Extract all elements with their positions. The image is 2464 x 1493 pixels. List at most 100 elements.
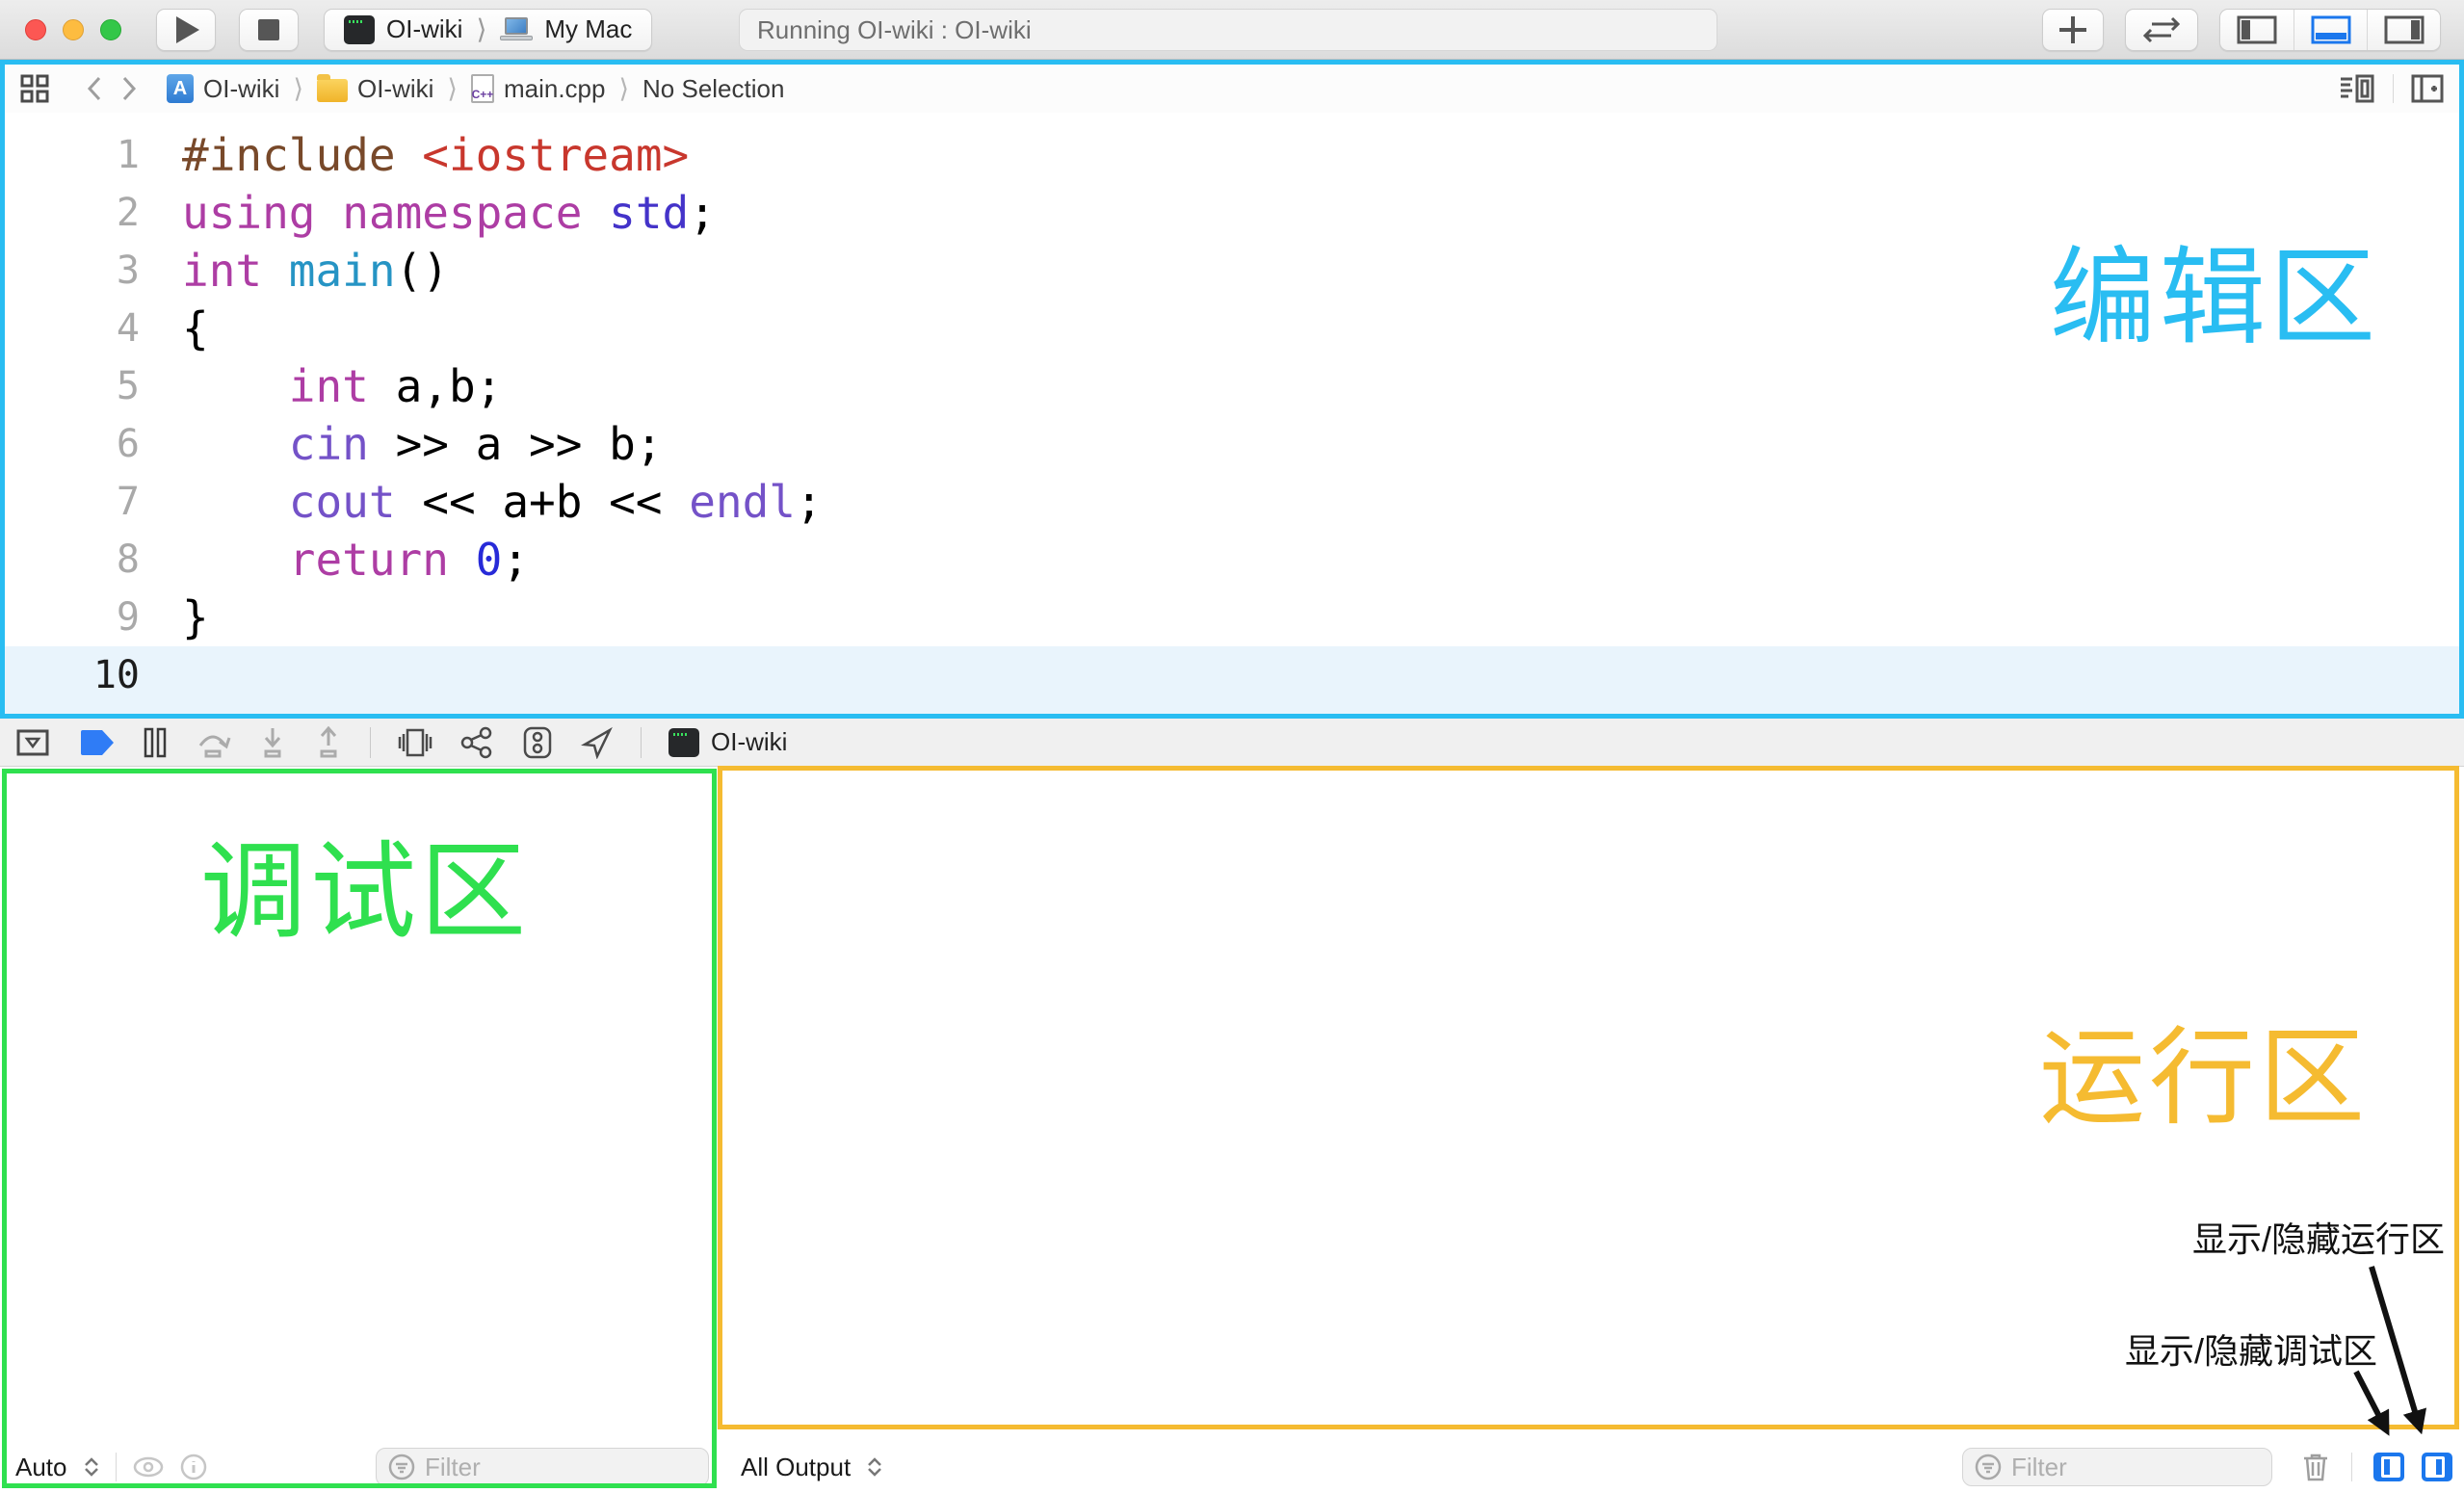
run-button[interactable] [156, 9, 216, 51]
code-line-1[interactable]: 1#include <iostream> [5, 126, 2459, 184]
divider [2393, 74, 2394, 103]
app-target-icon [344, 15, 375, 44]
view-hierarchy-icon[interactable] [398, 726, 433, 759]
simulate-location-icon[interactable] [581, 726, 614, 759]
stop-icon [258, 19, 279, 40]
process-name: OI-wiki [711, 727, 787, 757]
code-text: { [182, 300, 209, 357]
hide-debug-area-icon[interactable] [15, 726, 50, 759]
project-icon: A [167, 74, 194, 103]
code-line-10[interactable]: 10 [5, 646, 2459, 714]
line-number: 5 [5, 357, 140, 415]
library-add-button[interactable] [2042, 9, 2104, 51]
breadcrumb-label: main.cpp [504, 74, 606, 104]
app-process-icon [668, 728, 699, 757]
filter-placeholder: Filter [425, 1453, 481, 1482]
version-editor-button[interactable] [2125, 9, 2198, 51]
source-editor[interactable]: 1#include <iostream>2 using namespace std… [5, 113, 2459, 714]
xcode-window: OI-wiki ⟩ My Mac Running OI-wiki : OI-wi… [0, 0, 2464, 1493]
clear-console-trash-icon[interactable] [2301, 1452, 2330, 1482]
code-line-2[interactable]: 2 using namespace std; [5, 184, 2459, 242]
scope-dropdown[interactable]: Auto [15, 1453, 67, 1482]
traffic-lights [25, 19, 121, 40]
code-line-3[interactable]: 3int main() [5, 242, 2459, 300]
code-text: cout << a+b << endl; [182, 473, 823, 531]
debug-area: Auto [0, 767, 2464, 1493]
line-number: 9 [5, 589, 140, 646]
console-filter-input[interactable]: Filter [1962, 1448, 2272, 1486]
close-button[interactable] [25, 19, 46, 40]
line-number: 10 [5, 646, 140, 714]
panel-left-icon [2237, 15, 2277, 44]
step-into-icon[interactable] [258, 726, 287, 759]
line-number: 4 [5, 300, 140, 357]
code-line-5[interactable]: 5 int a,b; [5, 357, 2459, 415]
step-over-icon[interactable] [195, 726, 231, 759]
divider [116, 1453, 117, 1481]
scheme-selector[interactable]: OI-wiki ⟩ My Mac [324, 9, 652, 51]
info-icon[interactable] [180, 1454, 207, 1480]
updown-chevron-icon[interactable] [83, 1457, 100, 1477]
titlebar-right-buttons [2042, 9, 2441, 51]
back-chevron-icon[interactable] [84, 74, 105, 103]
breadcrumb-selection[interactable]: No Selection [642, 74, 784, 104]
breadcrumb-project[interactable]: A OI-wiki [167, 74, 279, 104]
filter-placeholder: Filter [2011, 1453, 2067, 1482]
zoom-button[interactable] [100, 19, 121, 40]
quicklook-eye-icon[interactable] [132, 1455, 165, 1479]
jump-bar-right [2339, 73, 2444, 104]
breadcrumb-label: OI-wiki [203, 74, 279, 104]
add-editor-icon[interactable] [2411, 74, 2444, 103]
divider [2351, 1453, 2352, 1481]
filter-icon [388, 1454, 415, 1480]
console-bar: All Output Filter [717, 1441, 2464, 1493]
debug-process-chip[interactable]: OI-wiki [668, 727, 787, 757]
chevron-right-icon: ⟩ [474, 13, 488, 45]
line-number: 6 [5, 415, 140, 473]
editor-area: A OI-wiki ⟩ OI-wiki ⟩ C++ main.cpp ⟩ No … [0, 60, 2464, 719]
my-mac-icon [500, 17, 533, 42]
code-line-9[interactable]: 9} [5, 589, 2459, 646]
code-text: return 0; [182, 531, 529, 589]
divider [641, 727, 642, 758]
panel-bottom-icon [2311, 15, 2351, 44]
chevron-right-icon: ⟩ [618, 74, 629, 104]
output-source-dropdown[interactable]: All Output [741, 1453, 851, 1482]
line-number: 2 [5, 184, 140, 242]
toggle-inspector-button[interactable] [2367, 10, 2440, 50]
editor-options-icon[interactable] [2339, 73, 2375, 104]
breadcrumb-label: No Selection [642, 74, 784, 104]
line-number: 3 [5, 242, 140, 300]
folder-icon [317, 79, 348, 102]
code-text: using namespace std; [182, 184, 716, 242]
toggle-debug-area-button[interactable] [2294, 10, 2367, 50]
destination-name: My Mac [544, 14, 632, 44]
forward-chevron-icon[interactable] [118, 74, 140, 103]
code-line-7[interactable]: 7 cout << a+b << endl; [5, 473, 2459, 531]
breadcrumb-group[interactable]: OI-wiki [317, 74, 433, 104]
console-view: All Output Filter [717, 767, 2464, 1493]
toggle-console-view-button[interactable] [2422, 1453, 2452, 1481]
pause-icon[interactable] [143, 727, 168, 758]
code-text: cin >> a >> b; [182, 415, 663, 473]
stop-button[interactable] [239, 9, 299, 51]
code-text: int a,b; [182, 357, 502, 415]
step-out-icon[interactable] [314, 726, 343, 759]
panel-toggle-group [2219, 9, 2441, 51]
memory-graph-icon[interactable] [459, 726, 494, 759]
code-line-8[interactable]: 8 return 0; [5, 531, 2459, 589]
environment-overrides-icon[interactable] [521, 726, 554, 759]
updown-chevron-icon[interactable] [866, 1457, 883, 1477]
panel-right-icon [2384, 15, 2425, 44]
toggle-variables-view-button[interactable] [2373, 1453, 2404, 1481]
breadcrumb-file[interactable]: C++ main.cpp [471, 74, 606, 104]
code-line-6[interactable]: 6 cin >> a >> b; [5, 415, 2459, 473]
toggle-navigator-button[interactable] [2220, 10, 2294, 50]
chevron-right-icon: ⟩ [447, 74, 458, 104]
variables-filter-input[interactable]: Filter [376, 1448, 709, 1486]
code-line-4[interactable]: 4{ [5, 300, 2459, 357]
minimize-button[interactable] [63, 19, 84, 40]
line-number: 1 [5, 126, 140, 184]
breakpoints-toggle-icon[interactable] [77, 729, 116, 756]
related-items-icon[interactable] [20, 74, 49, 103]
